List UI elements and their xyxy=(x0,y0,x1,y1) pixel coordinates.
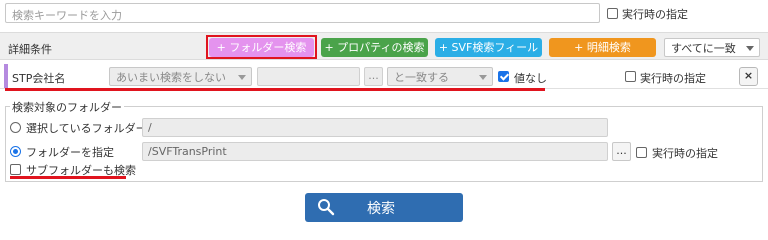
chevron-down-icon xyxy=(238,75,246,80)
condition-match-select[interactable]: と一致する xyxy=(387,67,493,86)
condition-row-accent xyxy=(4,64,8,88)
close-icon: × xyxy=(743,69,754,82)
fuzzy-search-select[interactable]: あいまい検索をしない xyxy=(109,67,252,86)
condition-value-input[interactable] xyxy=(257,67,360,86)
selected-folder-radio[interactable] xyxy=(10,122,21,133)
search-button[interactable]: 検索 xyxy=(305,193,463,222)
search-icon xyxy=(318,199,335,216)
condition-match-value: と一致する xyxy=(394,71,449,84)
detail-conditions-label: 詳細条件 xyxy=(8,43,52,56)
folder-runtime-label: 実行時の指定 xyxy=(652,147,718,160)
match-mode-select[interactable]: すべてに一致 xyxy=(664,38,760,57)
search-runtime-checkbox[interactable] xyxy=(607,8,618,19)
specify-folder-browse-button[interactable]: ... xyxy=(612,142,631,161)
keyword-search-placeholder: 検索キーワードを入力 xyxy=(12,9,122,22)
specify-folder-path-input[interactable]: /SVFTransPrint xyxy=(142,142,608,161)
folder-search-button[interactable]: + フォルダー検索 xyxy=(209,38,314,57)
condition-row-underline xyxy=(5,88,545,91)
subfolder-checkbox[interactable] xyxy=(10,164,21,175)
no-value-checkbox[interactable] xyxy=(498,71,509,82)
svf-field-button[interactable]: + SVF検索フィールド xyxy=(435,38,542,73)
folder-target-legend: 検索対象のフォルダー xyxy=(10,99,124,115)
match-mode-value: すべてに一致 xyxy=(671,42,736,55)
no-value-label: 値なし xyxy=(514,72,547,85)
remove-condition-button[interactable]: × xyxy=(739,67,758,86)
selected-folder-label: 選択しているフォルダー xyxy=(26,122,147,135)
ellipsis-icon: ... xyxy=(368,69,379,82)
search-button-label: 検索 xyxy=(367,201,395,217)
ellipsis-icon: ... xyxy=(616,144,627,157)
selected-folder-path-text: / xyxy=(148,121,152,134)
selected-folder-path: / xyxy=(142,118,608,137)
folder-runtime-checkbox[interactable] xyxy=(636,147,647,158)
condition-field-name: STP会社名 xyxy=(12,72,66,85)
search-runtime-label: 実行時の指定 xyxy=(622,8,688,21)
chevron-down-icon xyxy=(746,46,754,51)
specify-folder-radio[interactable] xyxy=(10,146,21,157)
detail-search-button[interactable]: + 明細検索 xyxy=(549,38,656,57)
condition-runtime-checkbox[interactable] xyxy=(625,71,636,82)
property-search-button[interactable]: + プロパティの検索 xyxy=(321,38,428,57)
chevron-down-icon xyxy=(479,75,487,80)
subfolder-underline xyxy=(10,176,126,179)
fuzzy-search-value: あいまい検索をしない xyxy=(116,71,226,84)
specify-folder-label: フォルダーを指定 xyxy=(26,146,114,159)
condition-runtime-label: 実行時の指定 xyxy=(640,72,706,85)
specify-folder-path-text: /SVFTransPrint xyxy=(148,145,227,158)
keyword-search-input[interactable]: 検索キーワードを入力 xyxy=(5,3,600,23)
condition-value-browse-button[interactable]: ... xyxy=(364,67,383,86)
